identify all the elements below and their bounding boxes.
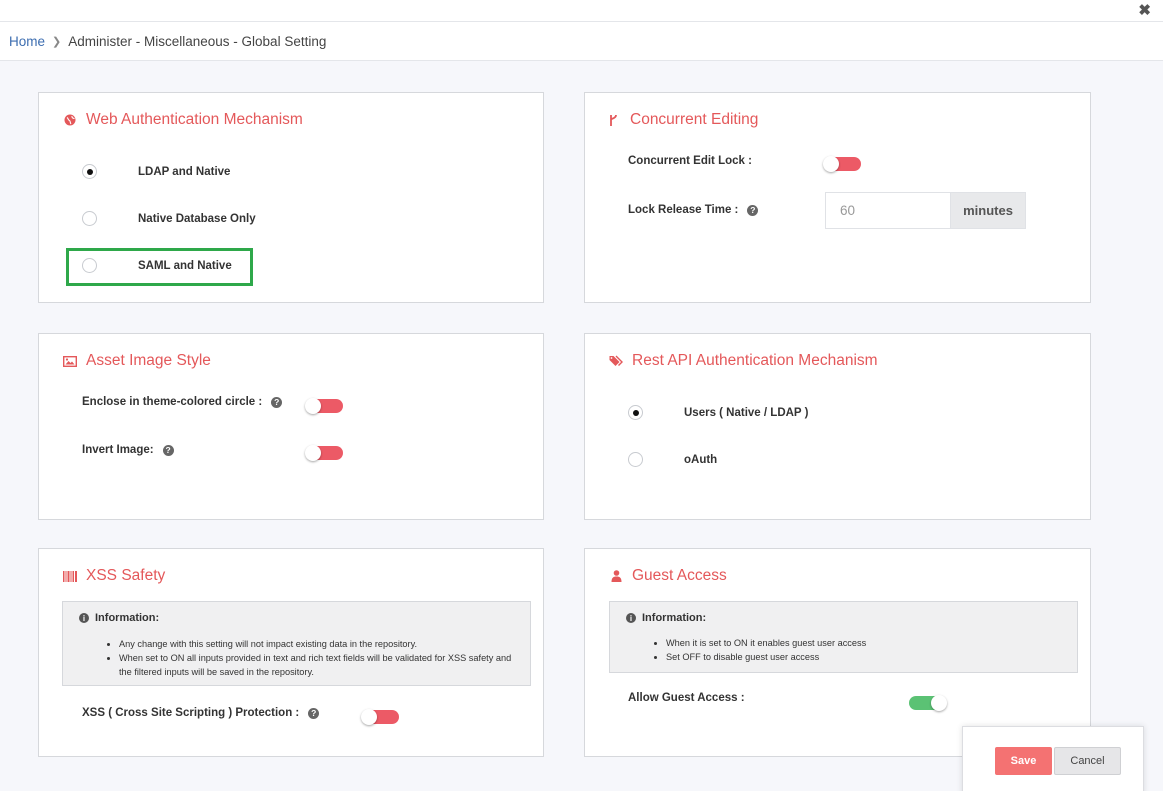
radio-label: Users ( Native / LDAP ) [684, 406, 809, 419]
minutes-addon: minutes [951, 192, 1026, 229]
invert-image-label: Invert Image: ? [82, 444, 174, 456]
asset-image-style-panel: Asset Image Style Enclose in theme-color… [38, 333, 544, 520]
radio-label: Native Database Only [138, 212, 256, 225]
highlight-box [66, 248, 253, 286]
breadcrumb-home-link[interactable]: Home [9, 34, 45, 49]
toggle-knob [361, 709, 377, 725]
chevron-right-icon: ❯ [52, 35, 62, 48]
top-bar: ✖ [0, 0, 1163, 22]
guest-access-title: Guest Access [609, 567, 727, 585]
allow-guest-access-toggle[interactable] [909, 695, 947, 711]
radio-oauth[interactable]: oAuth [628, 452, 717, 467]
invert-image-text: Invert Image: [82, 444, 154, 456]
radio-button[interactable] [628, 452, 643, 467]
breadcrumb: Home ❯ Administer - Miscellaneous - Glob… [0, 22, 1163, 61]
enclose-circle-label: Enclose in theme-colored circle : ? [82, 396, 283, 408]
xss-info-box: i Information: Any change with this sett… [62, 601, 531, 686]
xss-safety-title: XSS Safety [63, 567, 165, 585]
concurrent-editing-title-text: Concurrent Editing [630, 111, 759, 128]
concurrent-edit-lock-toggle[interactable] [823, 156, 861, 172]
radio-ldap-native[interactable]: LDAP and Native [82, 164, 230, 179]
xss-protection-toggle[interactable] [361, 709, 399, 725]
lock-release-time-label: Lock Release Time : ? [628, 204, 759, 216]
globe-icon [63, 113, 77, 127]
footer-actions: Save Cancel [962, 726, 1144, 791]
radio-label: LDAP and Native [138, 165, 231, 178]
question-circle-icon[interactable]: ? [747, 204, 759, 216]
concurrent-editing-title: Concurrent Editing [607, 111, 758, 129]
xss-protection-label: XSS ( Cross Site Scripting ) Protection … [82, 707, 320, 719]
allow-guest-access-label: Allow Guest Access : [628, 692, 745, 704]
toggle-knob [823, 156, 839, 172]
web-auth-title-text: Web Authentication Mechanism [86, 111, 303, 128]
radio-label: oAuth [684, 453, 718, 466]
guest-info-box: i Information: When it is set to ON it e… [609, 601, 1078, 673]
guest-info-title-text: Information: [642, 612, 707, 624]
xss-info-list: Any change with this setting will not im… [119, 637, 519, 679]
asset-image-style-title-text: Asset Image Style [86, 352, 211, 369]
concurrent-editing-panel: Concurrent Editing Concurrent Edit Lock … [584, 92, 1091, 303]
guest-info-list: When it is set to ON it enables guest us… [666, 636, 1066, 664]
radio-users-native-ldap[interactable]: Users ( Native / LDAP ) [628, 405, 808, 420]
invert-image-toggle[interactable] [305, 445, 343, 461]
concurrent-edit-lock-label: Concurrent Edit Lock : [628, 155, 752, 167]
radio-button[interactable] [628, 405, 643, 420]
user-icon [609, 569, 623, 583]
xss-protection-text: XSS ( Cross Site Scripting ) Protection … [82, 707, 300, 719]
tags-icon [609, 354, 623, 368]
lock-release-time-input[interactable] [825, 192, 951, 229]
enclose-circle-text: Enclose in theme-colored circle : [82, 396, 263, 408]
breadcrumb-current: Administer - Miscellaneous - Global Sett… [68, 33, 327, 49]
rest-api-auth-title-text: Rest API Authentication Mechanism [632, 352, 878, 369]
radio-button[interactable] [82, 211, 97, 226]
cancel-button[interactable]: Cancel [1054, 747, 1121, 775]
xss-safety-title-text: XSS Safety [86, 567, 166, 584]
code-fork-icon [607, 113, 621, 127]
xss-safety-panel: XSS Safety i Information: Any change wit… [38, 548, 544, 757]
asset-image-style-title: Asset Image Style [63, 352, 211, 370]
question-circle-icon[interactable]: ? [308, 707, 320, 719]
save-button[interactable]: Save [995, 747, 1052, 775]
rest-api-auth-title: Rest API Authentication Mechanism [609, 352, 878, 370]
list-item: Any change with this setting will not im… [119, 637, 519, 651]
list-item: Set OFF to disable guest user access [666, 650, 1066, 664]
radio-native-db-only[interactable]: Native Database Only [82, 211, 256, 226]
info-circle-icon: i [626, 613, 636, 623]
enclose-circle-toggle[interactable] [305, 398, 343, 414]
web-auth-title: Web Authentication Mechanism [63, 111, 303, 129]
close-icon[interactable]: ✖ [1138, 1, 1151, 19]
question-circle-icon[interactable]: ? [162, 444, 174, 456]
info-circle-icon: i [79, 613, 89, 623]
rest-api-auth-panel: Rest API Authentication Mechanism Users … [584, 333, 1091, 520]
guest-access-title-text: Guest Access [632, 567, 727, 584]
radio-button[interactable] [82, 164, 97, 179]
toggle-knob [305, 445, 321, 461]
toggle-knob [931, 695, 947, 711]
list-item: When set to ON all inputs provided in te… [119, 651, 519, 679]
barcode-icon [63, 569, 77, 583]
toggle-knob [305, 398, 321, 414]
guest-info-title: i Information: [626, 612, 706, 624]
xss-info-title: i Information: [79, 612, 159, 624]
xss-info-title-text: Information: [95, 612, 160, 624]
list-item: When it is set to ON it enables guest us… [666, 636, 1066, 650]
image-icon [63, 354, 77, 368]
lock-release-time-text: Lock Release Time : [628, 204, 739, 216]
question-circle-icon[interactable]: ? [271, 396, 283, 408]
